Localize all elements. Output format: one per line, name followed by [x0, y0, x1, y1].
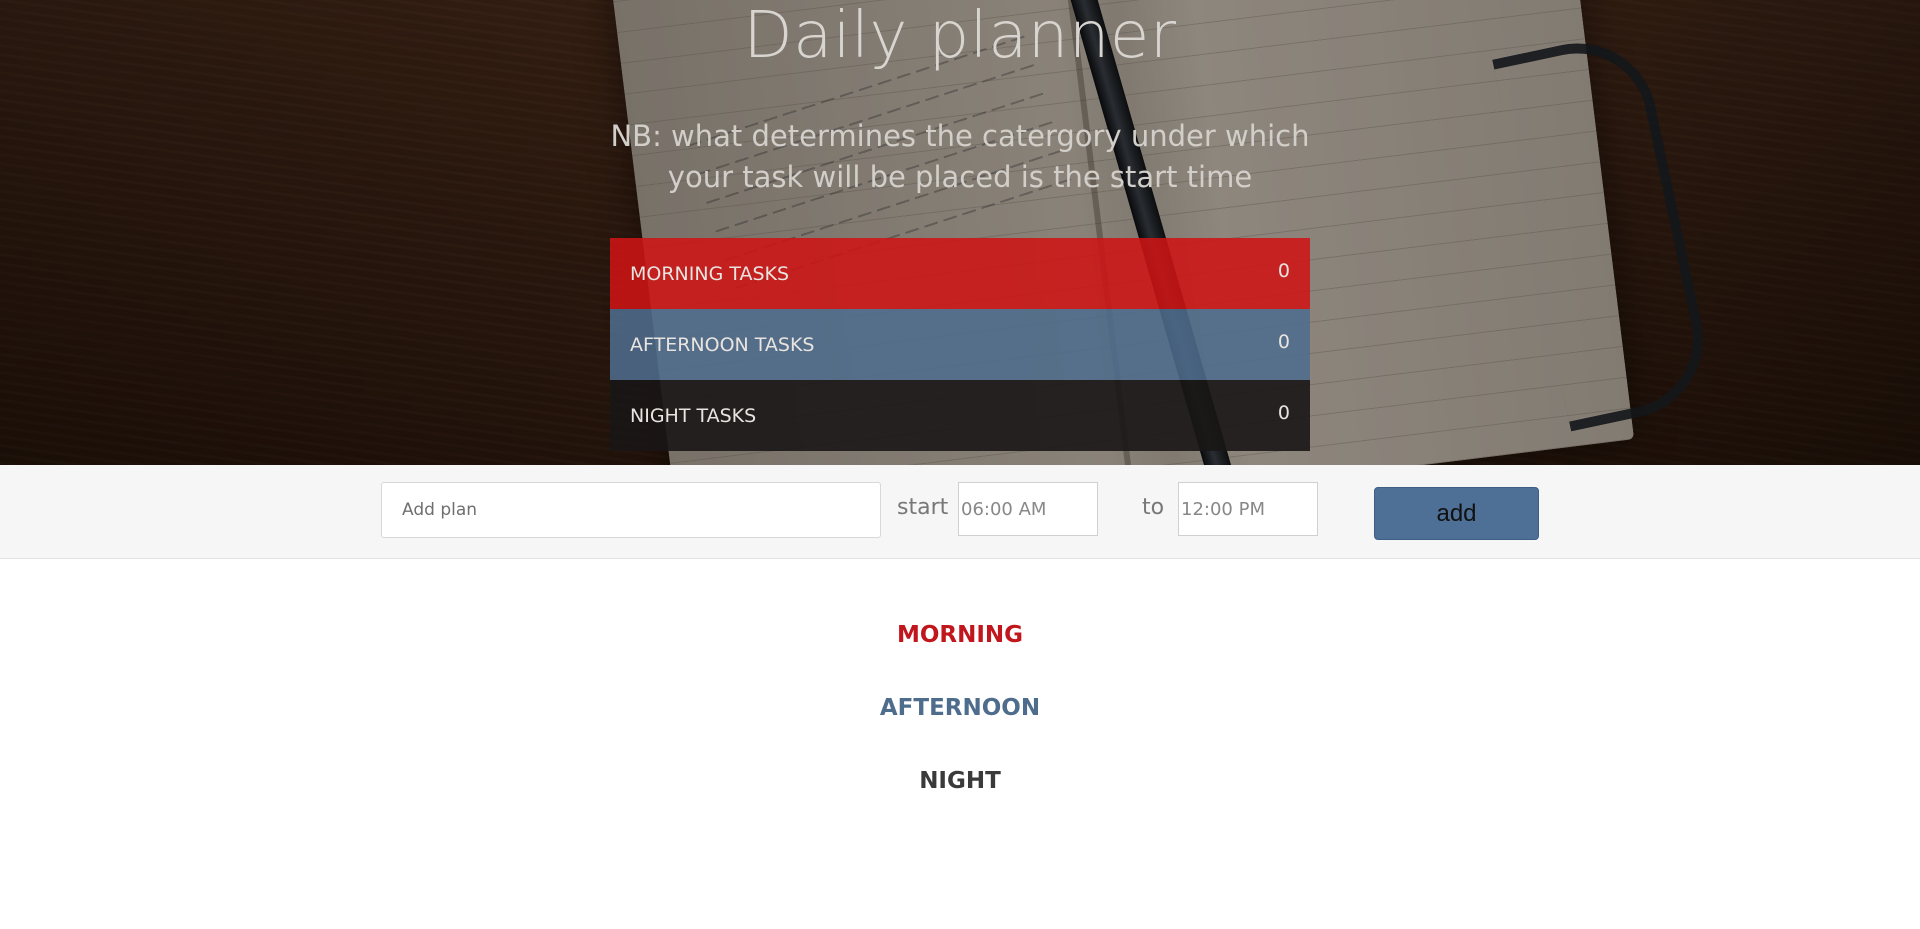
summary-label-morning: MORNING TASKS	[630, 262, 790, 285]
category-heading-night: NIGHT	[919, 768, 1001, 794]
start-time-input[interactable]: 06:00 AM	[958, 482, 1098, 536]
end-time-input[interactable]: 12:00 PM	[1178, 482, 1318, 536]
add-button[interactable]: add	[1374, 487, 1539, 540]
category-heading-morning: MORNING	[896, 622, 1024, 648]
page-title: Daily planner	[743, 0, 1177, 73]
summary-row-morning[interactable]: MORNING TASKS 0	[610, 238, 1310, 309]
summary-row-night[interactable]: NIGHT TASKS 0	[610, 380, 1310, 451]
summary-row-afternoon[interactable]: AFTERNOON TASKS 0	[610, 309, 1310, 380]
summary-label-afternoon: AFTERNOON TASKS	[630, 333, 815, 356]
start-label: start	[897, 495, 949, 520]
summary-count-night: 0	[1277, 402, 1290, 424]
category-note: NB: what determines the catergory under …	[610, 119, 1310, 194]
hero-banner: Daily planner NB: what determines the ca…	[0, 0, 1920, 465]
summary-count-morning: 0	[1277, 260, 1290, 282]
to-label: to	[1142, 495, 1165, 520]
category-heading-afternoon: AFTERNOON	[879, 695, 1041, 721]
add-plan-form: start 06:00 AM to 12:00 PM add	[0, 465, 1920, 559]
plan-input[interactable]	[381, 482, 881, 538]
summary-count-afternoon: 0	[1277, 331, 1290, 353]
summary-label-night: NIGHT TASKS	[630, 404, 757, 427]
task-summary-list: MORNING TASKS 0 AFTERNOON TASKS 0 NIGHT …	[610, 238, 1310, 451]
